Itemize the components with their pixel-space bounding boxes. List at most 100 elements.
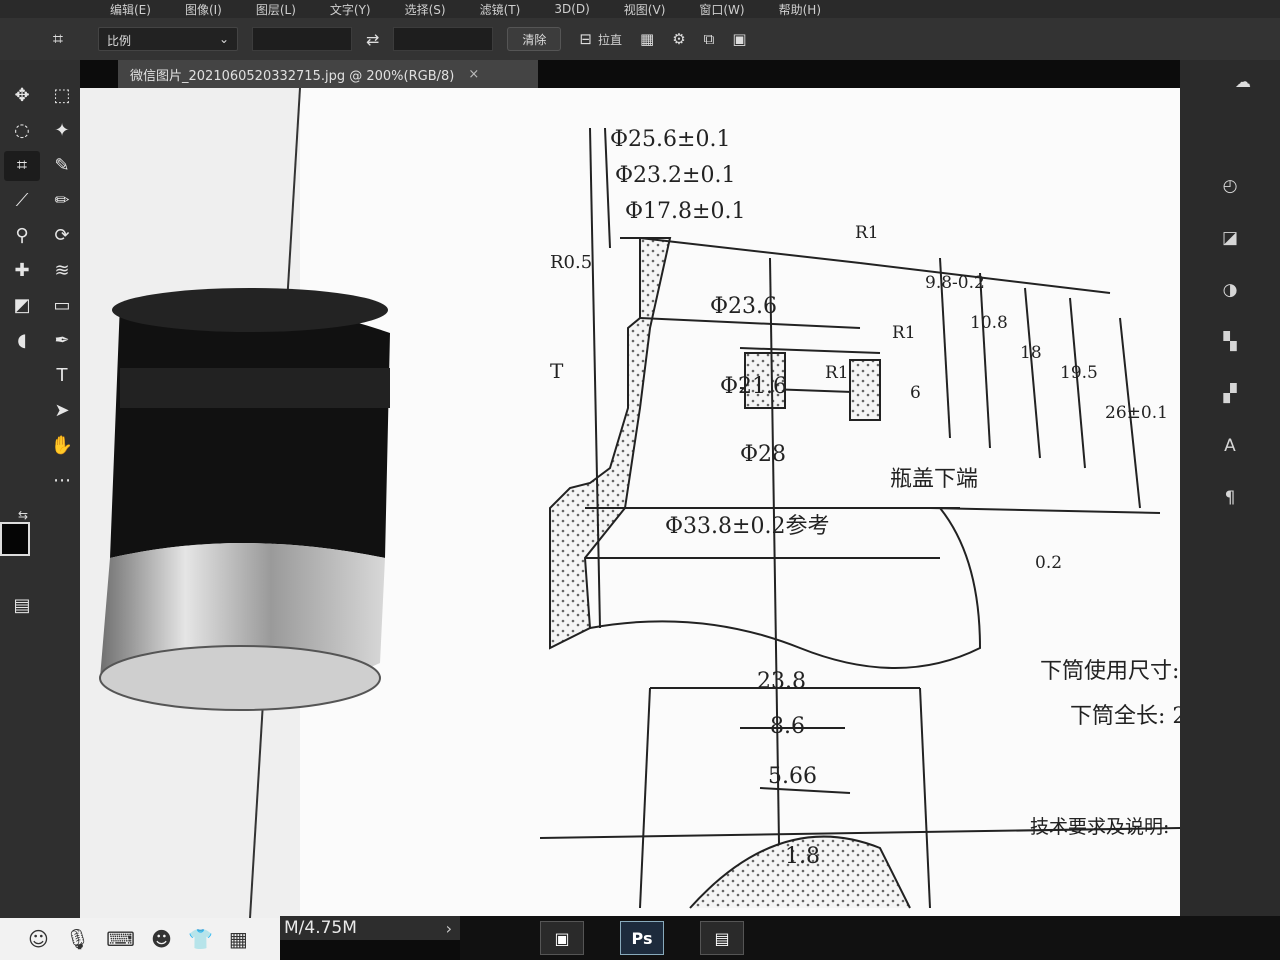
libraries-icon[interactable]: ▞ [1223, 368, 1236, 420]
blank-slot [4, 431, 40, 461]
gear-icon[interactable]: ⚙ [672, 30, 685, 48]
canvas[interactable]: Φ25.6±0.1 Φ23.2±0.1 Φ17.8±0.1 R0.5 Φ23.6… [80, 88, 1180, 918]
delete-cropped-icon[interactable]: ▣ [732, 30, 746, 48]
eraser-icon[interactable]: ◩ [4, 291, 40, 321]
path-select-icon[interactable]: ➤ [44, 396, 80, 426]
crop-tool-icon[interactable]: ⌗ [4, 150, 40, 181]
rib-detail [849, 359, 881, 421]
dim-r1: R0.5 [550, 252, 592, 273]
layers-panel-icon[interactable]: ▚ [1223, 316, 1236, 368]
section-profile [549, 237, 672, 650]
dim-d3: Φ17.8±0.1 [625, 199, 745, 224]
grid-overlay-icon[interactable]: ▦ [640, 30, 654, 48]
type-tool-icon[interactable]: T [44, 361, 80, 391]
ratio-width-field[interactable] [252, 27, 352, 51]
taskbar-app-icon[interactable]: ▣ [540, 921, 584, 955]
dim-d7: Φ33.8±0.2参考 [665, 514, 829, 539]
menu-window[interactable]: 窗口(W) [699, 1, 744, 18]
menu-filter[interactable]: 滤镜(T) [480, 1, 521, 18]
more-tools-icon[interactable]: ⋯ [44, 466, 80, 496]
chevron-down-icon: ⌄ [218, 32, 229, 46]
swap-icon[interactable]: ⇄ [366, 30, 379, 49]
document-tab-title: 微信图片_20210605203327​15.jpg @ 200%(RGB/8) [130, 68, 455, 84]
history-panel-icon[interactable]: ◴ [1223, 160, 1238, 212]
dim-d6: Φ28 [740, 442, 786, 467]
keyboard-icon[interactable]: ⌨ [106, 927, 135, 951]
dim-h7: 6 [910, 383, 921, 403]
dim-d2: Φ23.2±0.1 [615, 163, 735, 188]
pen-tool-icon[interactable]: ✒ [44, 326, 80, 356]
foreground-color[interactable] [0, 522, 30, 556]
menu-3d[interactable]: 3D(D) [554, 2, 589, 16]
product-photo [99, 288, 390, 711]
menu-help[interactable]: 帮助(H) [779, 1, 821, 18]
base-bottom [99, 645, 381, 711]
marquee-tool-icon[interactable]: ⬚ [44, 81, 80, 111]
file-explorer-icon[interactable]: ▤ [700, 921, 744, 955]
crop-tool-preset-icon[interactable]: ⌗ [38, 26, 78, 52]
document-tab[interactable]: 微信图片_20210605203327​15.jpg @ 200%(RGB/8)… [118, 60, 538, 88]
menu-layer[interactable]: 图层(L) [256, 1, 296, 18]
move-tool-icon[interactable]: ✥ [4, 81, 40, 111]
character-panel-icon[interactable]: A [1224, 420, 1236, 472]
blank-slot [4, 396, 40, 426]
dim-w2: 8.6 [770, 714, 805, 739]
dim-w4: 1.8 [785, 844, 820, 869]
lasso-tool-icon[interactable]: ◌ [4, 116, 40, 146]
content-aware-icon[interactable]: ⧉ [704, 30, 715, 48]
ratio-select[interactable]: 比例 ⌄ [98, 27, 238, 51]
menu-edit[interactable]: 编辑(E) [110, 1, 151, 18]
menu-type[interactable]: 文字(Y) [330, 1, 371, 18]
status-bar: M/4.75M › [280, 916, 460, 940]
chevron-right-icon[interactable]: › [446, 919, 452, 938]
color-panel-icon[interactable]: ◪ [1222, 212, 1238, 264]
close-icon[interactable]: × [468, 67, 479, 82]
clone-stamp-icon[interactable]: ⚲ [4, 221, 40, 251]
history-brush-icon[interactable]: ⟳ [44, 221, 80, 251]
emoji-icon[interactable]: ☺ [28, 927, 49, 951]
adjustments-icon[interactable]: ◑ [1223, 264, 1238, 316]
technical-drawing [539, 127, 1180, 909]
photoshop-taskbar-icon[interactable]: Ps [620, 921, 664, 955]
art-brush-icon[interactable]: ≋ [44, 256, 80, 286]
pencil-tool-icon[interactable]: ✏ [44, 186, 80, 216]
dim-r4: R1 [825, 363, 849, 383]
screen-mode-icon[interactable]: ▤ [4, 591, 40, 621]
ratio-value: 比例 [107, 34, 132, 48]
dim-h2: 10.8 [970, 313, 1008, 333]
magic-wand-icon[interactable]: ✦ [44, 116, 80, 146]
user-icon[interactable]: ☻ [151, 927, 172, 951]
taskbar: ▣ Ps ▤ [460, 916, 1280, 960]
straighten-icon[interactable]: ⊟ [579, 30, 592, 48]
dim-h1: 9.8-0.2 [925, 273, 985, 293]
menu-view[interactable]: 视图(V) [624, 1, 666, 18]
brush-tool-icon[interactable]: ⟋ [4, 186, 40, 216]
ratio-height-field[interactable] [393, 27, 494, 51]
tech-requirements: 技术要求及说明: [1030, 816, 1169, 838]
healing-brush-icon[interactable]: ✚ [4, 256, 40, 286]
blank-slot [4, 361, 40, 391]
cloud-icon[interactable]: ☁ [1235, 72, 1251, 91]
gradient-icon[interactable]: ▭ [44, 291, 80, 321]
apps-grid-icon[interactable]: ▦ [229, 927, 248, 951]
dodge-icon[interactable]: ◖ [4, 326, 40, 356]
dim-d5: Φ21.6 [720, 374, 787, 399]
paragraph-panel-icon[interactable]: ¶ [1225, 472, 1236, 524]
doc-size: M/4.75M [284, 918, 357, 938]
straighten-label[interactable]: 拉直 [598, 31, 622, 48]
dim-w1: 23.8 [757, 669, 806, 694]
menu-select[interactable]: 选择(S) [405, 1, 446, 18]
dim-h3: 18 [1020, 343, 1042, 363]
shirt-icon[interactable]: 👕 [188, 927, 213, 951]
eyedropper-icon[interactable]: ✎ [44, 151, 80, 181]
clear-button[interactable]: 清除 [507, 27, 562, 51]
menu-image[interactable]: 图像(I) [185, 1, 222, 18]
microphone-icon[interactable]: 🎙 [65, 927, 90, 951]
dim-d4: Φ23.6 [710, 294, 777, 319]
note-total-length: 下筒全长: 29.2 [1070, 704, 1180, 729]
dim-h4: 19.5 [1060, 363, 1098, 383]
hand-tool-icon[interactable]: ✋ [44, 431, 80, 461]
canvas-image: Φ25.6±0.1 Φ23.2±0.1 Φ17.8±0.1 R0.5 Φ23.6… [80, 88, 1180, 918]
note-usage-size: 下筒使用尺寸: 25.8 [1040, 659, 1180, 684]
swap-colors-icon[interactable]: ⇆ [18, 508, 28, 522]
